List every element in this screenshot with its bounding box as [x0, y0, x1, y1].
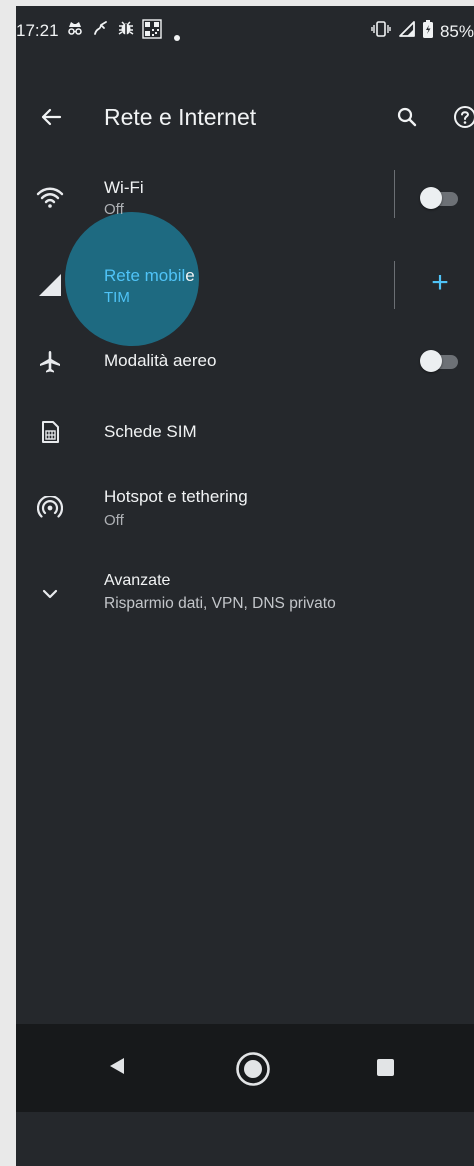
help-icon	[454, 106, 474, 128]
status-bar: 17:21 85%	[16, 6, 474, 56]
mobile-title-rest: e	[185, 266, 195, 285]
wifi-subtitle: Off	[104, 201, 124, 218]
bug-icon	[117, 19, 135, 42]
battery-percent: 85%	[439, 21, 474, 41]
qr-icon	[142, 19, 162, 44]
app-bar: Rete e Internet	[16, 86, 474, 150]
airplane-icon	[36, 348, 64, 376]
battery-icon	[422, 20, 433, 43]
setting-hotspot[interactable]: Hotspot e tethering Off	[16, 474, 474, 538]
status-time: 17:21	[16, 21, 59, 40]
nav-back-button[interactable]	[109, 1057, 125, 1080]
sim-title: Schede SIM	[104, 422, 197, 441]
wifi-icon	[36, 184, 64, 212]
toggle-thumb	[420, 187, 442, 209]
airplane-toggle[interactable]	[420, 350, 460, 372]
navigation-bar	[16, 1024, 474, 1112]
mobile-title-highlight: Rete mobil	[104, 266, 186, 285]
toggle-thumb	[420, 350, 442, 372]
mobile-subtitle: TIM	[104, 289, 130, 306]
status-right-group: 85%	[371, 20, 474, 43]
hotspot-title: Hotspot e tethering	[104, 487, 248, 506]
sim-card-icon	[36, 418, 64, 446]
setting-wifi[interactable]: Wi-Fi Off	[16, 166, 474, 230]
page-title: Rete e Internet	[104, 104, 257, 130]
signal-icon	[398, 20, 416, 43]
hotspot-subtitle: Off	[104, 512, 124, 529]
advanced-subtitle: Risparmio dati, VPN, DNS privato	[104, 595, 336, 612]
vibrate-icon	[371, 20, 391, 43]
wifi-title: Wi-Fi	[104, 178, 144, 197]
cell-signal-icon	[36, 271, 64, 299]
incognito-icon	[66, 19, 84, 42]
advanced-title: Avanzate	[104, 572, 171, 589]
row-divider	[394, 261, 395, 309]
setting-sim-cards[interactable]: Schede SIM	[16, 406, 474, 456]
hotspot-icon	[36, 494, 64, 522]
chevron-down-icon	[36, 580, 64, 608]
setting-mobile-network[interactable]: Rete mobile TIM +	[16, 253, 474, 317]
nav-recents-button[interactable]	[377, 1059, 394, 1076]
search-icon	[397, 107, 417, 127]
setting-airplane-mode[interactable]: Modalità aereo	[16, 336, 474, 386]
setting-advanced[interactable]: Avanzate Risparmio dati, VPN, DNS privat…	[16, 562, 474, 626]
mobile-title: Rete mobile	[104, 266, 195, 286]
back-button[interactable]	[34, 100, 68, 134]
phone-screen: 17:21 85% Rete e Internet Wi-Fi Off Rete…	[16, 6, 474, 1166]
add-network-button[interactable]: +	[424, 267, 456, 299]
nav-back-icon	[110, 1058, 124, 1074]
dot-icon	[174, 26, 180, 46]
call-forward-icon	[92, 19, 110, 42]
back-arrow-icon	[41, 108, 62, 126]
row-divider	[394, 170, 395, 218]
nav-home-button[interactable]	[235, 1051, 271, 1092]
search-button[interactable]	[390, 100, 424, 134]
airplane-title: Modalità aereo	[104, 351, 217, 370]
nav-home-icon	[236, 1052, 270, 1086]
help-button[interactable]	[448, 100, 474, 134]
wifi-toggle[interactable]	[420, 187, 460, 209]
bottom-area	[16, 1112, 474, 1166]
